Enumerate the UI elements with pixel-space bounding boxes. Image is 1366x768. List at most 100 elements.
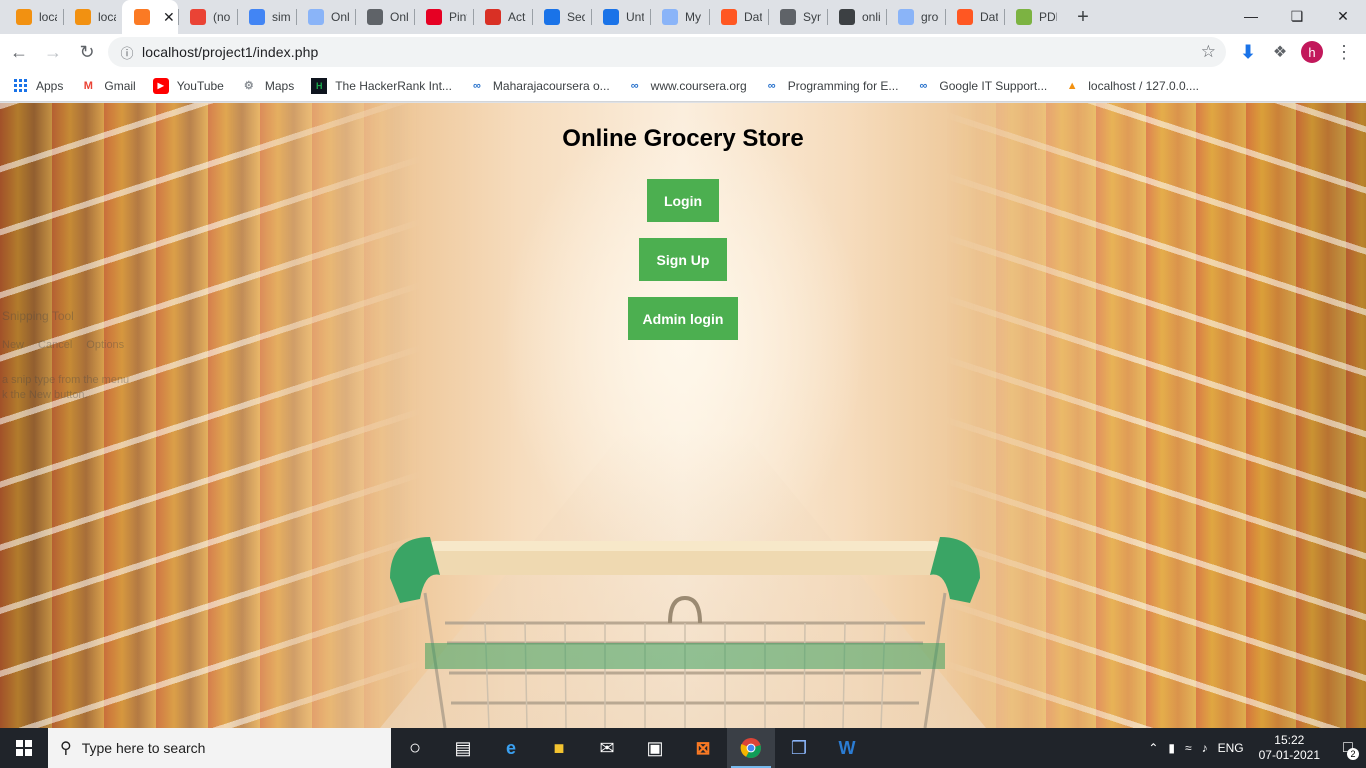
browser-tab[interactable]: Data (709, 0, 768, 34)
page-icon (308, 9, 324, 25)
windows-logo-icon (16, 740, 32, 756)
bookmark-item[interactable]: H The HackerRank Int... (311, 77, 452, 94)
cortana-icon[interactable]: ○ (391, 728, 439, 768)
bookmark-item[interactable]: ∞ Google IT Support... (915, 78, 1047, 94)
chrome-icon[interactable] (727, 728, 775, 768)
chrome-logo-icon (740, 738, 761, 759)
browser-tab[interactable]: (no (178, 0, 237, 34)
language-indicator[interactable]: ENG (1213, 741, 1249, 755)
coursera-icon: ∞ (919, 79, 928, 92)
address-url[interactable]: localhost/project1/index.php (142, 44, 318, 60)
battery-icon[interactable]: ▮ (1163, 741, 1180, 755)
browser-tab[interactable]: onli (827, 0, 886, 34)
extensions-icon[interactable]: ❖ (1264, 37, 1296, 67)
show-hidden-icons-icon[interactable]: ⌃ (1143, 741, 1163, 755)
signup-button[interactable]: Sign Up (639, 238, 727, 281)
bookmark-item[interactable]: ∞ www.coursera.org (627, 78, 747, 94)
tab-title: Data (744, 10, 762, 24)
new-tab-button[interactable]: + (1069, 3, 1097, 31)
windows-taskbar: ⚲ Type here to search ○ ▤ e ■ ✉ ▣ ⊠ ❒ W … (0, 728, 1366, 768)
tab-title: Pint (449, 10, 467, 24)
shopping-cart-image (390, 537, 980, 728)
volume-icon[interactable]: ♪ (1197, 741, 1213, 755)
menu-kebab-icon[interactable]: ⋮ (1328, 37, 1360, 67)
browser-tab[interactable]: Onli (355, 0, 414, 34)
ghost-new-button: New (2, 339, 25, 351)
bookmark-item[interactable]: Apps (12, 78, 63, 94)
gmail-icon: M (83, 79, 93, 92)
bookmark-item[interactable]: ∞ Programming for E... (764, 78, 899, 94)
browser-tab[interactable]: Onli (296, 0, 355, 34)
bookmark-item[interactable]: ⚙ Maps (241, 78, 294, 94)
bookmark-item[interactable]: ▲ localhost / 127.0.0.... (1064, 78, 1199, 94)
clock-date: 07-01-2021 (1258, 748, 1320, 762)
minimize-button[interactable]: — (1228, 0, 1274, 32)
toolbar-actions: ⬇ ❖ h ⋮ (1232, 37, 1360, 67)
start-button[interactable] (0, 728, 48, 768)
wifi-icon[interactable]: ≈ (1180, 741, 1197, 755)
browser-tab[interactable]: PDF (1004, 0, 1063, 34)
background-shelf-left (0, 103, 420, 728)
xampp-icon[interactable]: ⊠ (679, 728, 727, 768)
pinterest-icon (426, 9, 442, 25)
bookmark-label: www.coursera.org (650, 78, 747, 93)
browser-tab[interactable]: Unti (591, 0, 650, 34)
browser-tab[interactable]: loca (4, 0, 63, 34)
browser-tab[interactable]: Data (945, 0, 1004, 34)
tab-title: onli (862, 10, 880, 24)
store-icon[interactable]: ▣ (631, 728, 679, 768)
browser-tab[interactable]: Sync (768, 0, 827, 34)
bookmark-label: Maharajacoursera o... (492, 78, 610, 93)
browser-tab[interactable]: My (650, 0, 709, 34)
admin-login-button[interactable]: Admin login (628, 297, 738, 340)
address-bar[interactable]: ⓘ localhost/project1/index.php ☆ (108, 37, 1226, 67)
maps-icon: ⚙ (243, 80, 254, 92)
word-icon[interactable]: W (823, 728, 871, 768)
hackerrank-icon: H (311, 77, 328, 94)
browser-tab[interactable]: l✕ (122, 0, 178, 34)
download-icon[interactable]: ⬇ (1232, 37, 1264, 67)
action-center-icon[interactable]: □ 2 (1330, 728, 1366, 768)
taskbar-search-box[interactable]: ⚲ Type here to search (48, 728, 391, 768)
forward-button[interactable]: → (38, 37, 68, 67)
site-info-icon[interactable]: ⓘ (112, 43, 142, 62)
browser-toolbar: ← → ↻ ⓘ localhost/project1/index.php ☆ ⬇… (0, 34, 1366, 70)
system-tray: ⌃ ▮ ≈ ♪ ENG 15:22 07-01-2021 □ 2 (1143, 728, 1366, 768)
browser-tab[interactable]: Seq (532, 0, 591, 34)
tab-title: Seq (567, 10, 585, 24)
bookmark-item[interactable]: M Gmail (80, 78, 136, 94)
apps-grid-icon (12, 78, 28, 94)
browser-tab[interactable]: Pint (414, 0, 473, 34)
page-icon (662, 9, 678, 25)
virtualbox-icon[interactable]: ❒ (775, 728, 823, 768)
coursera-icon: ∞ (767, 79, 776, 92)
bookmark-item[interactable]: ∞ Maharajacoursera o... (469, 78, 610, 94)
mail-icon[interactable]: ✉ (583, 728, 631, 768)
blogger-icon (721, 9, 737, 25)
taskbar-clock[interactable]: 15:22 07-01-2021 (1249, 733, 1330, 763)
file-explorer-icon[interactable]: ■ (535, 728, 583, 768)
search-icon: ⚲ (60, 740, 72, 757)
maximize-button[interactable]: ❏ (1274, 0, 1320, 32)
browser-tab[interactable]: loca (63, 0, 122, 34)
login-button[interactable]: Login (647, 179, 719, 222)
browser-tab[interactable]: simp (237, 0, 296, 34)
back-button[interactable]: ← (4, 37, 34, 67)
task-view-icon[interactable]: ▤ (439, 728, 487, 768)
tab-title: loca (39, 10, 57, 24)
browser-tab[interactable]: Acti (473, 0, 532, 34)
browser-tab[interactable]: groc (886, 0, 945, 34)
clock-time: 15:22 (1274, 733, 1305, 747)
close-tab-icon[interactable]: ✕ (163, 9, 175, 26)
profile-avatar[interactable]: h (1301, 41, 1323, 63)
bookmark-star-icon[interactable]: ☆ (1201, 42, 1216, 62)
tab-title: loca (98, 10, 116, 24)
youtube-icon: ▶ (152, 77, 169, 94)
reload-button[interactable]: ↻ (72, 37, 102, 67)
bookmark-item[interactable]: ▶ YouTube (152, 77, 224, 94)
tab-title: Acti (508, 10, 526, 24)
close-window-button[interactable]: ✕ (1320, 0, 1366, 32)
edge-icon[interactable]: e (487, 728, 535, 768)
ghost-cancel-button: Cancel (38, 339, 73, 351)
pdf-icon (1016, 9, 1032, 25)
